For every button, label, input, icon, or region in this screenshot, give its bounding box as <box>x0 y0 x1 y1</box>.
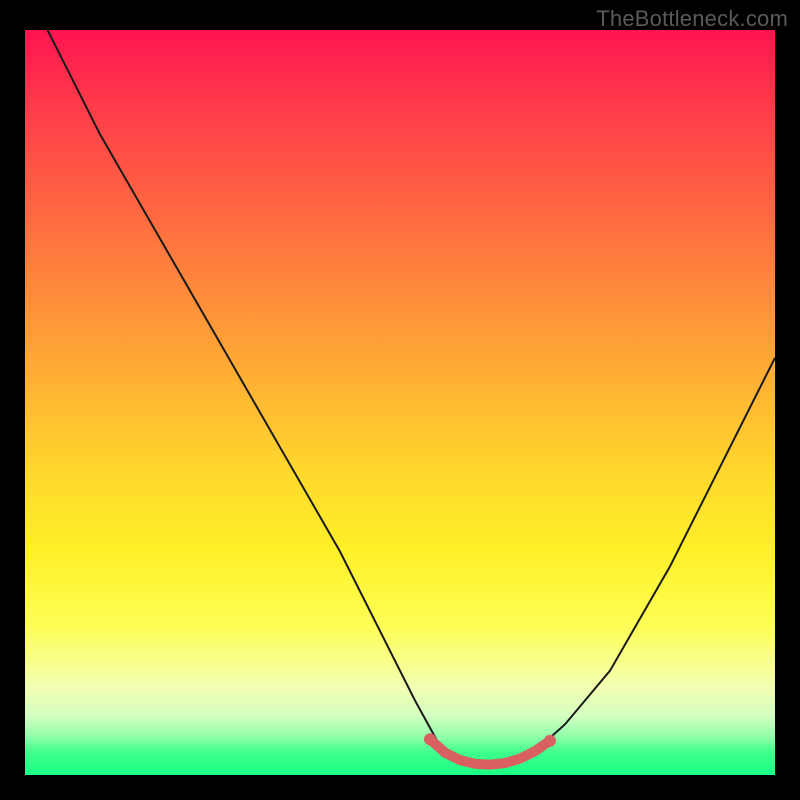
watermark-text: TheBottleneck.com <box>596 6 788 32</box>
plot-svg <box>25 30 775 775</box>
optimal-range-marker <box>424 733 436 745</box>
bottleneck-curve <box>48 30 776 765</box>
optimal-range-curve <box>430 739 550 764</box>
chart-container: TheBottleneck.com <box>0 0 800 800</box>
optimal-range-marker <box>544 735 556 747</box>
plot-area <box>25 30 775 775</box>
